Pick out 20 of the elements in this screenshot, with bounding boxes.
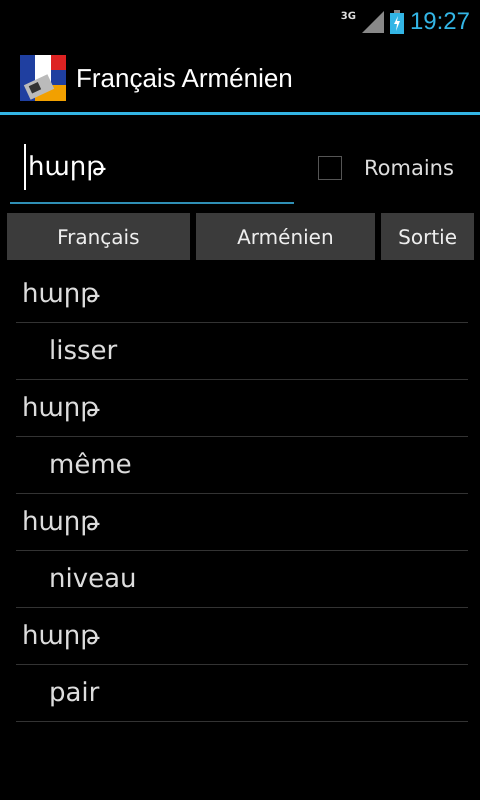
battery-icon: [390, 10, 404, 34]
translation-text[interactable]: pair: [16, 678, 100, 708]
term-text[interactable]: հարթ: [16, 279, 100, 309]
network-type: 3G: [340, 11, 356, 22]
search-field[interactable]: հարթ: [24, 144, 290, 190]
term-text[interactable]: հարթ: [16, 621, 100, 651]
translation-text[interactable]: même: [16, 450, 132, 480]
action-button[interactable]: Arménien: [196, 213, 376, 260]
clock: 19:27: [410, 8, 470, 36]
signal-icon: [362, 11, 384, 33]
action-button[interactable]: Français: [7, 213, 190, 260]
app-title: Français Arménien: [76, 62, 293, 94]
checkbox-label: Romains: [364, 156, 454, 180]
app-icon: [20, 55, 66, 101]
action-button[interactable]: Sortie: [381, 213, 474, 260]
romains-checkbox[interactable]: [318, 156, 342, 180]
translation-text[interactable]: niveau: [16, 564, 136, 594]
term-text[interactable]: հարթ: [16, 393, 100, 423]
translation-text[interactable]: lisser: [16, 336, 118, 366]
term-text[interactable]: հարթ: [16, 507, 100, 537]
